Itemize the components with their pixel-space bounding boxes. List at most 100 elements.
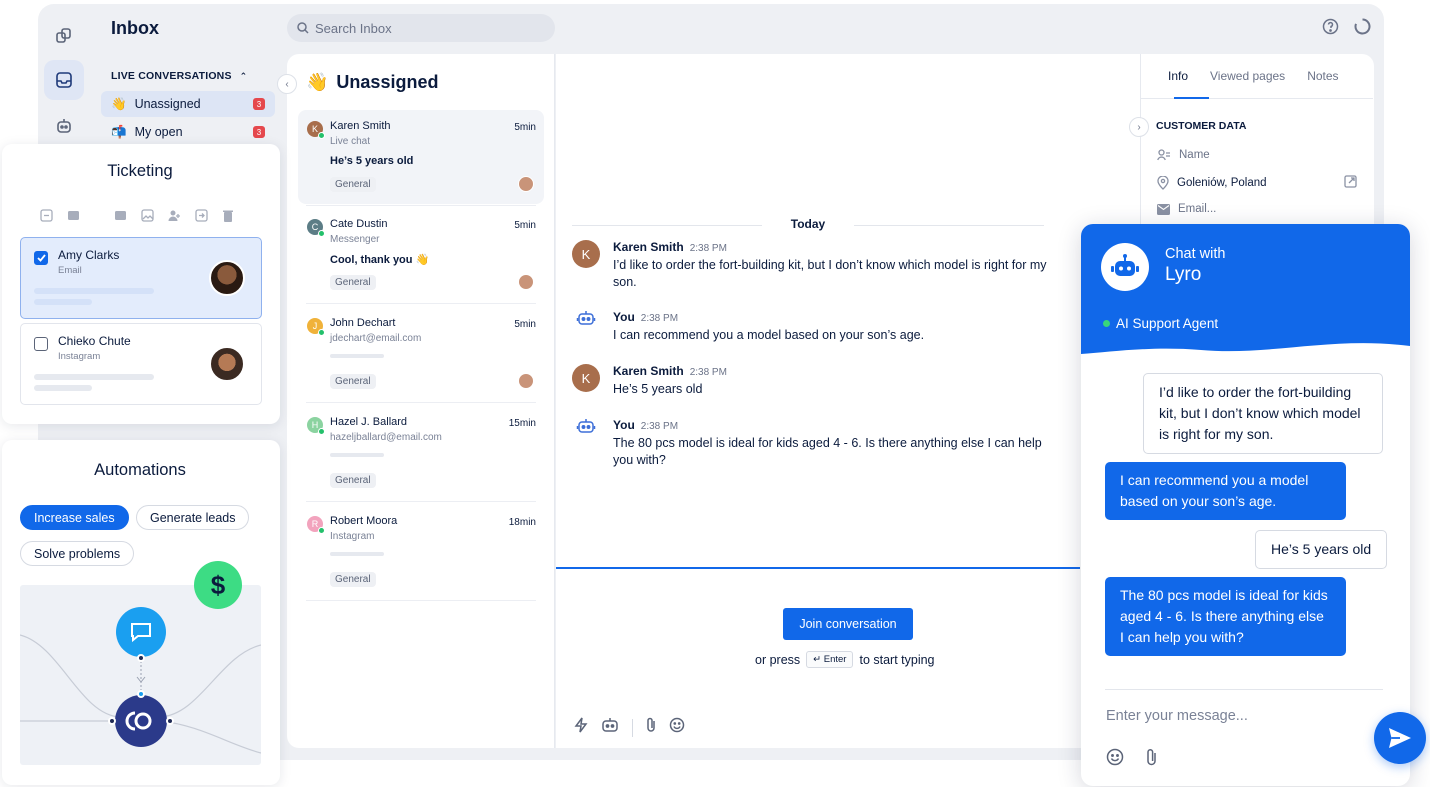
chat-message: You 2:38 PM I can recommend you a model b… xyxy=(572,310,1052,344)
divider xyxy=(306,600,536,601)
mail-check-icon[interactable] xyxy=(67,209,80,227)
composer-toolbar xyxy=(574,716,685,739)
contact-name: Robert Moora xyxy=(330,515,398,527)
nav-label: Unassigned xyxy=(134,97,201,111)
placeholder-bar xyxy=(34,288,154,294)
connector-dot xyxy=(137,654,145,662)
inbox-title: Inbox xyxy=(111,18,159,38)
bot-icon[interactable] xyxy=(600,716,620,739)
emoji-icon[interactable] xyxy=(669,717,685,738)
tag: General xyxy=(330,275,376,290)
timestamp: 2:38 PM xyxy=(640,421,679,432)
contact-name: Karen Smith xyxy=(330,120,391,132)
avatar xyxy=(209,346,245,382)
lightning-icon[interactable] xyxy=(574,717,588,738)
online-dot xyxy=(318,230,325,237)
nav-item-my-open[interactable]: 📬 My open 3 xyxy=(101,119,275,145)
bot-icon xyxy=(576,416,596,441)
chat-bubble-icon xyxy=(116,607,166,657)
message-text: The 80 pcs model is ideal for kids aged … xyxy=(613,436,1042,467)
search-placeholder: Search Inbox xyxy=(315,20,392,36)
message-input[interactable]: Enter your message... xyxy=(1106,708,1248,724)
channel: hazeljballard@email.com xyxy=(330,432,442,443)
chat-message: You 2:38 PM The 80 pcs model is ideal for… xyxy=(572,418,1052,469)
sender: You xyxy=(613,418,635,432)
conversation-item[interactable]: K Karen Smith Live chat He’s 5 years old… xyxy=(298,110,544,204)
avatar: K xyxy=(572,364,600,392)
bot-icon[interactable] xyxy=(44,106,84,146)
divider xyxy=(306,303,536,304)
tab-notes[interactable]: Notes xyxy=(1307,69,1338,83)
divider xyxy=(306,205,536,206)
image-icon[interactable] xyxy=(141,209,154,227)
attachment-icon[interactable] xyxy=(645,717,657,738)
chip-increase-sales[interactable]: Increase sales xyxy=(20,505,129,530)
lyro-logo-icon xyxy=(115,695,167,747)
bot-message-bubble: I can recommend you a model based on you… xyxy=(1105,462,1346,520)
dashboard-icon[interactable] xyxy=(44,16,84,56)
tag: General xyxy=(330,374,376,389)
join-conversation-button[interactable]: Join conversation xyxy=(783,608,913,640)
name-row[interactable]: Name xyxy=(1157,149,1210,161)
search-input[interactable]: Search Inbox xyxy=(287,14,555,42)
message-text: I’d like to order the fort-building kit,… xyxy=(613,258,1047,289)
attachment-icon[interactable] xyxy=(1145,748,1158,771)
count-badge: 3 xyxy=(253,126,265,138)
contact-name: Hazel J. Ballard xyxy=(330,416,408,428)
avatar: K xyxy=(572,240,600,268)
emoji-icon[interactable] xyxy=(1106,748,1124,771)
conversation-item[interactable]: H Hazel J. Ballard hazeljballard@email.c… xyxy=(298,406,544,500)
channel: Messenger xyxy=(330,234,380,245)
assign-user-icon[interactable] xyxy=(168,209,181,227)
count-badge: 3 xyxy=(253,98,265,110)
sender: Karen Smith xyxy=(613,240,684,254)
channel: jdechart@email.com xyxy=(330,333,422,344)
tab-viewed-pages[interactable]: Viewed pages xyxy=(1210,69,1285,83)
avatar: R xyxy=(307,516,325,534)
live-conversations-header[interactable]: LIVE CONVERSATIONS ⌃ xyxy=(111,70,247,82)
tab-info[interactable]: Info xyxy=(1168,69,1188,83)
widget-title: Lyro xyxy=(1165,264,1202,285)
enter-key: ↵ Enter xyxy=(806,651,854,668)
help-icon[interactable] xyxy=(1322,18,1339,40)
channel: Live chat xyxy=(330,136,371,147)
email-row[interactable]: Email... xyxy=(1157,203,1216,215)
tag: General xyxy=(330,572,376,587)
send-button[interactable] xyxy=(1374,712,1426,764)
inbox-tray-icon[interactable] xyxy=(114,209,127,227)
contact-name: John Dechart xyxy=(330,317,396,329)
message-placeholder xyxy=(330,354,384,358)
ticket-channel: Instagram xyxy=(58,351,101,362)
collapse-sidebar-button[interactable]: ‹ xyxy=(277,74,297,94)
tag: General xyxy=(330,473,376,488)
trash-icon[interactable] xyxy=(222,209,234,227)
active-tab-indicator xyxy=(1174,97,1209,99)
automations-title: Automations xyxy=(94,461,186,479)
ticket-item[interactable]: Chieko Chute Instagram xyxy=(20,323,262,405)
placeholder-bar xyxy=(34,385,92,391)
inbox-icon[interactable] xyxy=(44,60,84,100)
conversation-item[interactable]: R Robert Moora Instagram 18min General xyxy=(298,505,544,599)
conversation-item[interactable]: J John Dechart jdechart@email.com 5min G… xyxy=(298,307,544,401)
move-to-icon[interactable] xyxy=(195,209,208,227)
chevron-up-icon: ⌃ xyxy=(239,70,248,81)
robot-icon xyxy=(1111,254,1139,276)
chip-generate-leads[interactable]: Generate leads xyxy=(136,505,250,530)
ticket-item[interactable]: Amy Clarks Email xyxy=(20,237,262,319)
ticket-checkbox[interactable] xyxy=(34,251,48,265)
divider xyxy=(1105,689,1383,690)
agent-status: AI Support Agent xyxy=(1103,316,1218,331)
location-pin-icon xyxy=(1157,176,1169,190)
expand-panel-button[interactable]: › xyxy=(1129,117,1149,137)
nav-item-unassigned[interactable]: 👋 Unassigned 3 xyxy=(101,91,275,117)
minus-box-icon[interactable] xyxy=(40,209,53,227)
chip-solve-problems[interactable]: Solve problems xyxy=(20,541,135,566)
conversation-item[interactable]: C Cate Dustin Messenger Cool, thank you … xyxy=(298,208,544,302)
open-external-icon[interactable] xyxy=(1344,175,1357,193)
ticket-checkbox[interactable] xyxy=(34,337,48,351)
keyboard-hint: or press ↵ Enter to start typing xyxy=(755,651,935,668)
nav-label: My open xyxy=(134,125,183,139)
assignee-avatar xyxy=(518,373,534,389)
ticket-toolbar xyxy=(40,209,234,227)
status-ring-icon[interactable] xyxy=(1354,18,1371,40)
